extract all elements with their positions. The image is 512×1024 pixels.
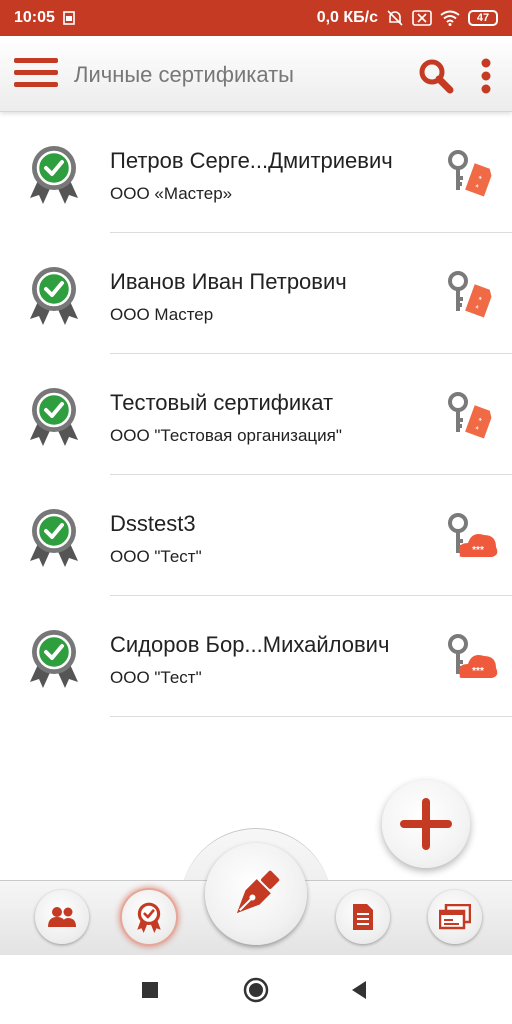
token-key-icon: * * bbox=[444, 271, 500, 319]
documents-icon bbox=[353, 904, 373, 930]
recent-apps-button[interactable] bbox=[141, 981, 159, 1004]
network-speed: 0,0 КБ/с bbox=[316, 9, 378, 26]
certificates-nav-button[interactable] bbox=[122, 890, 176, 944]
certificate-organization: ООО «Мастер» bbox=[110, 184, 233, 203]
no-sim-icon bbox=[412, 10, 432, 26]
svg-text:***: *** bbox=[472, 545, 484, 556]
page-title: Личные сертификаты bbox=[74, 62, 294, 87]
certificate-item[interactable]: Петров Серге...Дмитриевич ООО «Мастер» *… bbox=[0, 112, 512, 233]
certificate-badge-icon bbox=[28, 507, 80, 567]
home-button[interactable] bbox=[243, 977, 269, 1008]
certificate-badge-icon bbox=[28, 628, 80, 688]
documents-button[interactable] bbox=[336, 890, 390, 944]
certificate-organization: ООО "Тест" bbox=[110, 547, 202, 566]
windows-button[interactable] bbox=[428, 890, 482, 944]
divider bbox=[110, 716, 512, 717]
certificate-item[interactable]: Сидоров Бор...Михайлович ООО "Тест" *** bbox=[0, 596, 512, 717]
sign-button[interactable] bbox=[205, 843, 307, 945]
certificate-name: Тестовый сертификат bbox=[110, 390, 334, 415]
certificate-organization: ООО "Тест" bbox=[110, 668, 202, 687]
cloud-key-icon: *** bbox=[444, 634, 500, 682]
status-bar: 10:05 0,0 КБ/с 47 bbox=[0, 0, 512, 36]
certificate-name: Петров Серге...Дмитриевич bbox=[110, 148, 393, 173]
certificate-item[interactable]: Иванов Иван Петрович ООО Мастер * * bbox=[0, 233, 512, 354]
battery-icon: 47 bbox=[468, 10, 498, 26]
certificate-name: Сидоров Бор...Михайлович bbox=[110, 632, 390, 657]
certificate-badge-icon bbox=[28, 386, 80, 446]
contacts-button[interactable] bbox=[35, 890, 89, 944]
mute-bell-icon bbox=[386, 9, 404, 27]
contacts-icon bbox=[48, 907, 76, 927]
certificate-badge-icon bbox=[28, 265, 80, 325]
token-key-icon: * * bbox=[444, 150, 500, 198]
system-navigation-bar bbox=[0, 955, 512, 1024]
token-key-icon: * * bbox=[444, 392, 500, 440]
windows-icon bbox=[439, 904, 471, 930]
certificate-list: Петров Серге...Дмитриевич ООО «Мастер» *… bbox=[0, 112, 512, 717]
app-bar: Личные сертификаты bbox=[0, 36, 512, 112]
certificates-icon bbox=[137, 902, 161, 933]
svg-text:***: *** bbox=[472, 666, 484, 677]
certificate-item[interactable]: Тестовый сертификат ООО "Тестовая органи… bbox=[0, 354, 512, 475]
circle-home-icon bbox=[243, 977, 269, 1003]
certificate-organization: ООО "Тестовая организация" bbox=[110, 426, 342, 445]
square-icon bbox=[142, 982, 158, 998]
hamburger-menu-icon[interactable] bbox=[14, 58, 58, 90]
status-left: 10:05 bbox=[14, 9, 75, 27]
status-right: 0,0 КБ/с 47 bbox=[317, 9, 498, 27]
wifi-icon bbox=[440, 10, 460, 26]
certificate-name: Иванов Иван Петрович bbox=[110, 269, 347, 294]
certificate-organization: ООО Мастер bbox=[110, 305, 214, 324]
status-time: 10:05 bbox=[14, 9, 55, 26]
add-certificate-button[interactable] bbox=[382, 780, 470, 868]
sim-card-icon bbox=[63, 11, 75, 25]
triangle-back-icon bbox=[352, 981, 366, 999]
certificate-item[interactable]: Dsstest3 ООО "Тест" *** bbox=[0, 475, 512, 596]
back-button[interactable] bbox=[350, 980, 368, 1005]
certificate-badge-icon bbox=[28, 144, 80, 204]
search-icon[interactable] bbox=[417, 57, 455, 95]
more-vertical-icon[interactable] bbox=[476, 57, 496, 97]
plus-icon bbox=[400, 798, 452, 850]
cloud-key-icon: *** bbox=[444, 513, 500, 561]
sign-pen-icon bbox=[236, 870, 280, 914]
certificate-name: Dsstest3 bbox=[110, 511, 196, 536]
